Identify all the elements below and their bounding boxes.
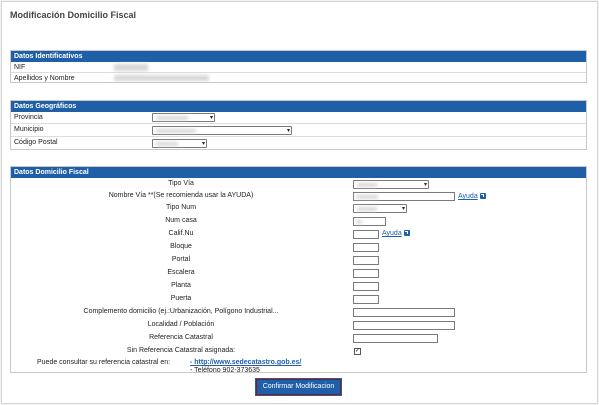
nombre-label: Apellidos y Nombre	[14, 75, 75, 82]
cp-select[interactable]: ▾	[152, 139, 207, 148]
nif-label: NIF	[14, 64, 26, 71]
section-domicilio: Datos Domicilio Fiscal Tipo Vía ▾ Nombre…	[10, 166, 587, 374]
bloque-label: Bloque	[170, 243, 192, 250]
sin-ref-checkbox[interactable]: ✓	[354, 348, 361, 355]
nombre-value-redacted	[114, 75, 209, 81]
sin-ref-label: Sin Referencia Catastral asignada:	[126, 347, 236, 354]
num-casa-input[interactable]	[353, 217, 386, 226]
tipo-num-label: Tipo Num	[165, 204, 197, 211]
municipio-label: Municipio	[14, 126, 44, 133]
nif-value-redacted	[114, 64, 148, 71]
nombre-via-value-redacted	[356, 195, 378, 199]
chevron-down-icon: ▾	[286, 128, 290, 134]
section-identificativos: Datos Identificativos NIF Apellidos y No…	[10, 50, 587, 83]
tipo-via-select[interactable]: ▾	[353, 180, 429, 189]
nif-row: NIF	[11, 62, 586, 73]
section-header-identificativos: Datos Identificativos	[11, 51, 586, 62]
portal-input[interactable]	[353, 256, 379, 265]
chevron-down-icon: ▾	[423, 182, 427, 188]
tipo-via-label: Tipo Vía	[168, 180, 194, 187]
escalera-input[interactable]	[353, 269, 379, 278]
ref-catastral-label: Referencia Catastral	[149, 334, 213, 341]
cp-selected-redacted	[156, 142, 178, 146]
section-geograficos: Datos Geográficos Provincia ▾ Municipio …	[10, 100, 587, 150]
domicilio-body: Tipo Vía ▾ Nombre Vía **(Se recomienda u…	[11, 178, 586, 374]
chevron-down-icon: ▾	[401, 206, 405, 212]
calif-label: Calif.Nu	[168, 230, 194, 237]
provincia-select[interactable]: ▾	[152, 113, 215, 122]
cp-label: Código Postal	[14, 139, 58, 146]
localidad-label: Localidad / Población	[147, 321, 215, 328]
calif-input[interactable]	[353, 230, 379, 239]
cp-row: Código Postal ▾	[11, 137, 586, 150]
tipo-num-selected-redacted	[357, 207, 377, 211]
provincia-row: Provincia ▾	[11, 112, 586, 124]
bloque-input[interactable]	[353, 243, 379, 252]
puerta-label: Puerta	[170, 295, 192, 302]
localidad-input[interactable]	[353, 321, 455, 330]
page-title: Modificación Domicilio Fiscal	[10, 10, 137, 20]
telefono-text: - Teléfono 902-373635	[190, 367, 260, 374]
municipio-row: Municipio ▾	[11, 124, 586, 137]
planta-input[interactable]	[353, 282, 379, 291]
complemento-input[interactable]	[353, 308, 455, 317]
consultar-label: Puede consultar su referencia catastral …	[37, 359, 171, 366]
municipio-selected-redacted	[156, 129, 196, 133]
portal-label: Portal	[171, 256, 191, 263]
external-link-icon	[480, 193, 486, 199]
confirm-button[interactable]: Confirmar Modificacion	[255, 378, 342, 396]
section-header-domicilio: Datos Domicilio Fiscal	[11, 167, 586, 178]
tipo-via-selected-redacted	[357, 183, 377, 187]
chevron-down-icon: ▾	[201, 141, 205, 147]
escalera-label: Escalera	[167, 269, 195, 276]
provincia-label: Provincia	[14, 114, 43, 121]
puerta-input[interactable]	[353, 295, 379, 304]
section-header-geograficos: Datos Geográficos	[11, 101, 586, 112]
nombre-row: Apellidos y Nombre	[11, 73, 586, 83]
chevron-down-icon: ▾	[209, 115, 213, 121]
municipio-select[interactable]: ▾	[152, 126, 292, 135]
ayuda-link-calif[interactable]: Ayuda	[382, 229, 402, 238]
provincia-selected-redacted	[156, 116, 188, 120]
nombre-via-label: Nombre Vía **(Se recomienda usar la AYUD…	[108, 192, 254, 199]
ayuda-link-via[interactable]: Ayuda	[458, 192, 478, 201]
tipo-num-select[interactable]: ▾	[353, 204, 407, 213]
external-link-icon	[404, 230, 410, 236]
nombre-via-input[interactable]	[353, 192, 455, 201]
planta-label: Planta	[171, 282, 191, 289]
num-casa-value-redacted	[356, 220, 362, 224]
num-casa-label: Num casa	[165, 217, 197, 224]
ref-catastral-input[interactable]	[353, 334, 438, 343]
complemento-label: Complemento domicilio (ej.:Urbanización,…	[83, 308, 279, 315]
